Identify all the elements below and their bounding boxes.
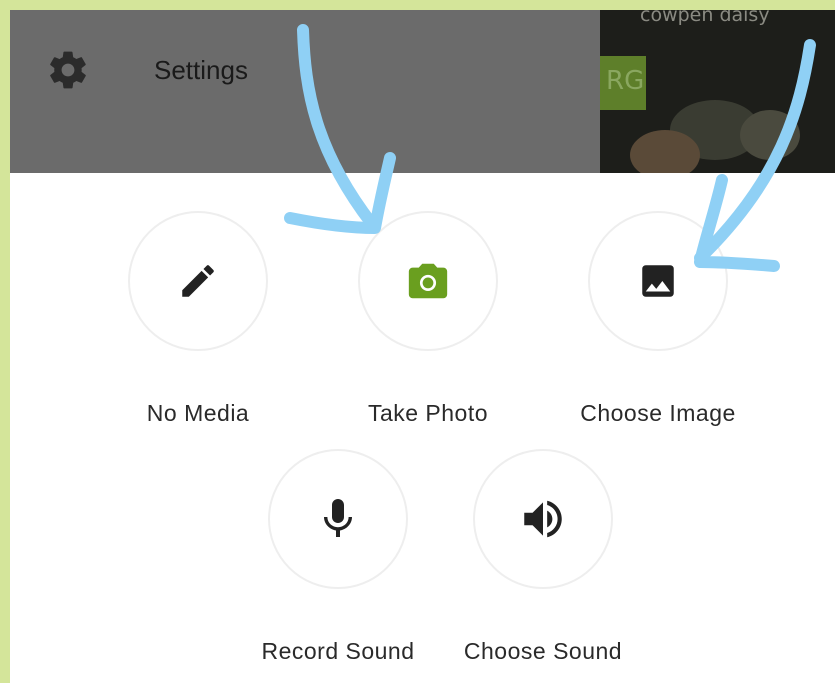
record-sound-label: Record Sound xyxy=(261,638,415,664)
speaker-icon xyxy=(524,500,562,538)
gear-icon[interactable] xyxy=(46,48,90,92)
choose-image-label: Choose Image xyxy=(580,400,736,426)
camera-icon xyxy=(408,263,448,299)
photo-tag: RG xyxy=(600,56,646,110)
media-picker-screen: Settings cowpen daisy RG No Media Take P… xyxy=(10,10,835,683)
take-photo-button[interactable] xyxy=(358,211,498,351)
background-photo: cowpen daisy RG xyxy=(600,10,835,173)
choose-sound-label: Choose Sound xyxy=(463,638,623,664)
choose-sound-button[interactable] xyxy=(473,449,613,589)
image-icon xyxy=(642,265,674,297)
no-media-label: No Media xyxy=(146,400,250,426)
take-photo-label: Take Photo xyxy=(367,400,489,426)
photo-caption: cowpen daisy xyxy=(640,10,770,26)
record-sound-button[interactable] xyxy=(268,449,408,589)
settings-label[interactable]: Settings xyxy=(154,55,248,86)
settings-bar: Settings cowpen daisy RG xyxy=(10,10,835,173)
microphone-icon xyxy=(324,499,352,537)
choose-image-button[interactable] xyxy=(588,211,728,351)
pencil-icon xyxy=(182,265,214,297)
no-media-button[interactable] xyxy=(128,211,268,351)
